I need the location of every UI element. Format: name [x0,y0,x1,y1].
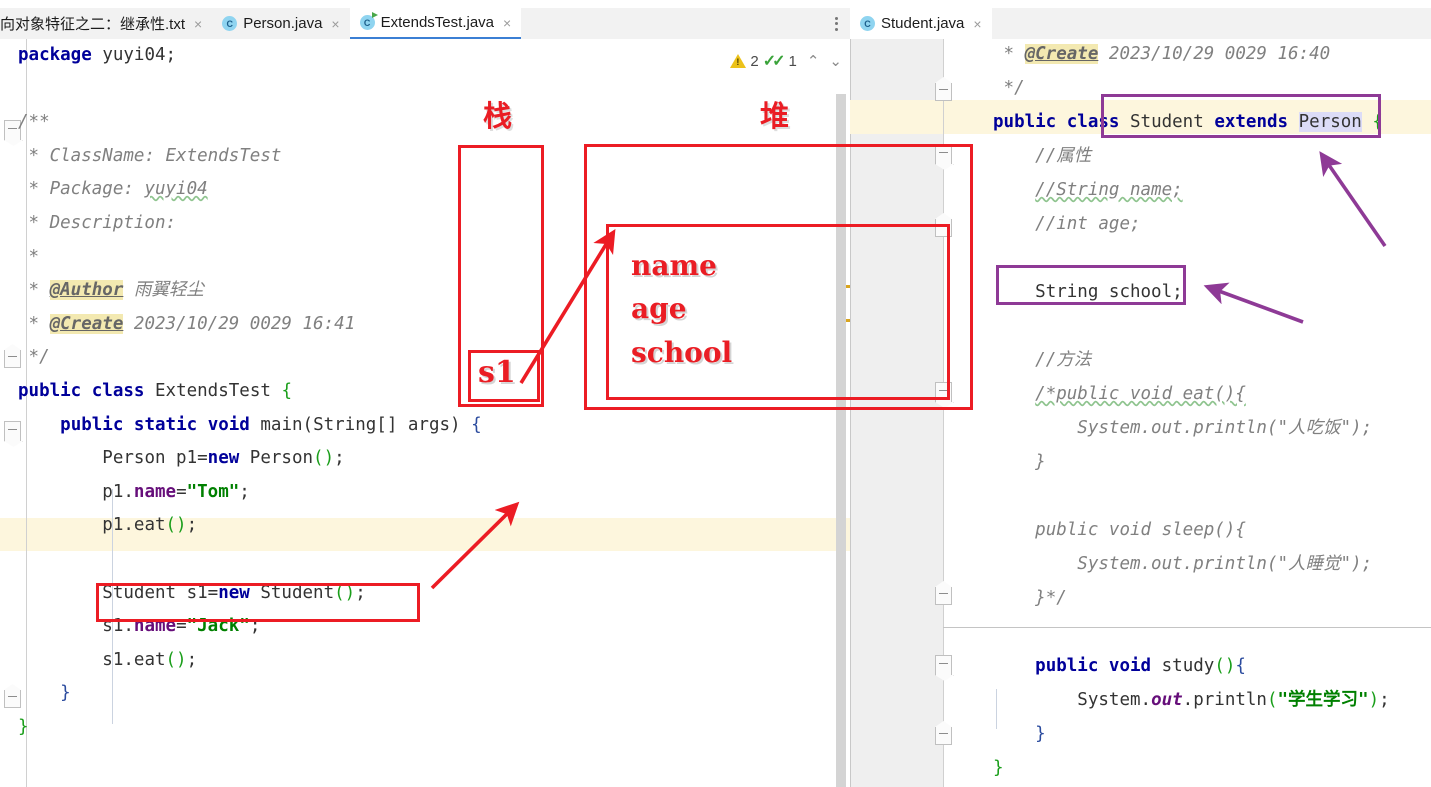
java-runnable-class-icon: C [359,12,378,30]
tab-person-java[interactable]: C Person.java × [212,8,350,39]
tab-extendstest-java[interactable]: C ExtendsTest.java × [349,8,522,39]
left-code-editor[interactable]: package yuyi04; /** * ClassName: Extends… [0,39,850,787]
fold-marker-study-end[interactable] [935,727,952,745]
chevron-down-icon[interactable]: ⌄ [829,52,842,70]
warning-triangle-icon [730,54,747,68]
tab-label: Student.java [881,15,965,32]
warning-count: 2 [750,52,759,70]
right-tab-bar: C Student.java × [850,8,1431,40]
left-tab-bar: 向对象特征之二：继承性.txt × C Person.java × C Exte… [0,8,850,40]
fold-marker-study-start[interactable] [935,655,952,675]
left-code-text: package yuyi04; /** * ClassName: Extends… [18,45,482,737]
inspection-widget[interactable]: 2 ✓✓ 1 ⌃ ⌄ [730,51,842,71]
more-options-icon [835,16,838,31]
right-code-text: * @Create 2023/10/29 0029 16:40 */ publi… [993,44,1390,778]
chevron-up-icon[interactable]: ⌃ [807,52,820,70]
right-code-editor[interactable]: 9101112131415161718192021222324252627282… [850,39,1431,787]
left-editor-pane: 向对象特征之二：继承性.txt × C Person.java × C Exte… [0,0,850,787]
fold-marker-block-comment-start[interactable] [935,382,952,402]
tab-label: Person.java [243,15,323,32]
java-class-icon: C [222,16,238,31]
tab-overflow-button[interactable] [823,8,850,39]
double-check-icon: ✓✓ [762,53,786,70]
java-class-icon: C [860,16,875,31]
check-count: 1 [788,52,797,70]
fold-marker-comment-end[interactable] [935,219,952,237]
right-editor-pane: C Student.java × 91011121314151617181920… [850,0,1431,787]
left-vertical-scrollbar[interactable] [836,94,846,787]
close-icon[interactable]: × [503,16,511,30]
fold-marker-javadoc-end[interactable] [935,83,952,101]
close-icon[interactable]: × [194,17,202,31]
tab-student-java[interactable]: C Student.java × [850,8,992,39]
gutter-left-edge [850,39,851,787]
fold-marker-block-comment-end[interactable] [935,587,952,605]
close-icon[interactable]: × [331,17,339,31]
tab-inheritance-txt[interactable]: 向对象特征之二：继承性.txt × [0,8,213,39]
close-icon[interactable]: × [973,17,981,31]
fold-marker-class-start[interactable] [935,144,952,164]
tab-label: 向对象特征之二：继承性.txt [0,16,186,33]
right-line-number-gutter [850,39,943,787]
tab-label: ExtendsTest.java [380,14,495,31]
